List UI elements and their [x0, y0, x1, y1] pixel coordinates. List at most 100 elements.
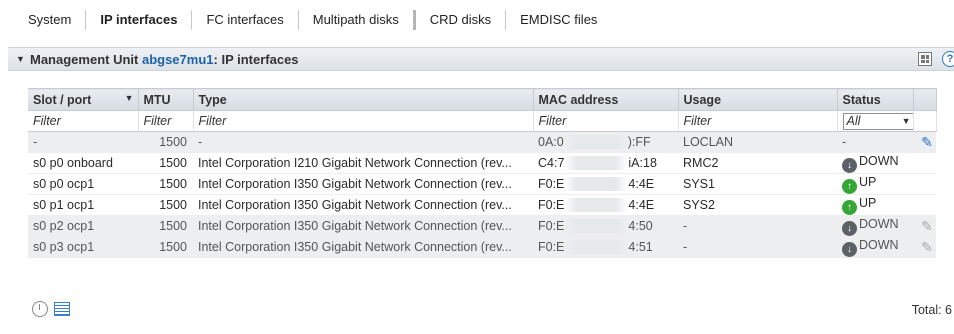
cell-slot-port: s0 p0 ocp1 — [28, 173, 138, 195]
panel-title: Management Unit abgse7mu1: IP interfaces — [30, 52, 299, 67]
cell-actions: ✎ — [913, 215, 936, 237]
export-table-icon[interactable] — [54, 302, 70, 316]
refresh-clock-icon[interactable] — [32, 301, 48, 317]
cell-status: ↓ DOWN — [837, 215, 913, 237]
cell-mac-address: F0:E 4:50 — [533, 215, 678, 237]
cell-status: - — [837, 131, 913, 153]
cell-type: Intel Corporation I350 Gigabit Network C… — [193, 194, 533, 216]
cell-mtu: 1500 — [138, 236, 193, 258]
cell-usage: LOCLAN — [678, 131, 837, 153]
cell-status: ↑ UP — [837, 194, 913, 216]
cell-slot-port: - — [28, 131, 138, 153]
cell-mtu: 1500 — [138, 131, 193, 153]
tab-system[interactable]: System — [14, 10, 85, 30]
cell-type: Intel Corporation I350 Gigabit Network C… — [193, 236, 533, 258]
cell-status: ↓ DOWN — [837, 152, 913, 174]
column-header-usage[interactable]: Usage — [678, 88, 838, 111]
tab-bar: System IP interfaces FC interfaces Multi… — [14, 9, 611, 31]
table-row[interactable]: -1500-0A:0):FF LOCLAN - ✎ — [28, 131, 936, 153]
cell-mac-address: C4:7 iA:18 — [533, 152, 678, 174]
cell-usage: - — [678, 215, 837, 237]
status-text: - — [842, 135, 847, 149]
filter-row: Filter Filter Filter Filter Filter All ▼ — [28, 110, 937, 132]
filter-actions — [913, 110, 937, 132]
cell-usage: SYS2 — [678, 194, 837, 216]
panel-title-suffix: : IP interfaces — [213, 51, 299, 67]
panel-title-prefix: Management Unit — [30, 51, 142, 67]
cell-slot-port: s0 p1 ocp1 — [28, 194, 138, 216]
tab-emdisc-files[interactable]: EMDISC files — [506, 10, 611, 30]
status-text: DOWN — [859, 153, 899, 168]
cell-mtu: 1500 — [138, 173, 193, 195]
edit-pencil-icon: ✎ — [921, 238, 933, 255]
collapse-arrow-icon[interactable]: ▼ — [16, 54, 25, 64]
cell-mac-address: F0:E 4:51 — [533, 236, 678, 258]
cell-mac-address: F0:E 4:4E — [533, 173, 678, 195]
cell-mtu: 1500 — [138, 194, 193, 216]
cell-mac-address: 0A:0):FF — [533, 131, 678, 153]
table-header-row: Slot / port ▼ MTU Type MAC address Usage … — [28, 88, 937, 111]
column-header-actions — [913, 88, 937, 111]
cell-type: Intel Corporation I350 Gigabit Network C… — [193, 173, 533, 195]
cell-slot-port: s0 p3 ocp1 — [28, 236, 138, 258]
filter-slot-port[interactable]: Filter — [28, 110, 139, 132]
cell-actions — [913, 173, 936, 195]
filter-mac-address[interactable]: Filter — [533, 110, 679, 132]
sort-desc-icon: ▼ — [124, 92, 134, 103]
status-text: UP — [859, 195, 877, 210]
cell-usage: SYS1 — [678, 173, 837, 195]
arrow-down-icon: ↓ — [842, 241, 857, 257]
tab-ip-interfaces[interactable]: IP interfaces — [86, 10, 191, 30]
table-row[interactable]: s0 p1 ocp1 1500 Intel Corporation I350 Gig… — [28, 194, 936, 216]
table-row[interactable]: s0 p2 ocp1 1500 Intel Corporation I350 Gig… — [28, 215, 936, 237]
redaction-blur — [563, 135, 628, 150]
table-row[interactable]: s0 p0 onboard 1500 Intel Corporation I210 … — [28, 152, 936, 174]
redaction-blur — [564, 240, 629, 255]
column-header-mtu[interactable]: MTU — [138, 88, 194, 111]
redaction-blur — [564, 156, 629, 171]
redaction-blur — [564, 177, 629, 192]
filter-usage[interactable]: Filter — [678, 110, 838, 132]
chevron-down-icon: ▼ — [901, 115, 911, 126]
total-count: Total: 6 — [911, 303, 952, 317]
cell-actions: ✎ — [913, 236, 936, 258]
filter-status[interactable]: All ▼ — [837, 110, 914, 132]
table-row[interactable]: s0 p0 ocp1 1500 Intel Corporation I350 Gig… — [28, 173, 936, 195]
cell-mtu: 1500 — [138, 215, 193, 237]
status-text: DOWN — [859, 216, 899, 231]
cell-type: - — [193, 131, 533, 153]
redaction-blur — [564, 219, 629, 234]
ip-interfaces-table: Slot / port ▼ MTU Type MAC address Usage … — [28, 88, 937, 258]
tab-multipath-disks[interactable]: Multipath disks — [299, 10, 413, 30]
column-header-status[interactable]: Status — [837, 88, 914, 111]
filter-mtu[interactable]: Filter — [138, 110, 194, 132]
redaction-blur — [564, 198, 629, 213]
tab-fc-interfaces[interactable]: FC interfaces — [192, 10, 297, 30]
cell-status: ↓ DOWN — [837, 236, 913, 258]
cell-type: Intel Corporation I350 Gigabit Network C… — [193, 215, 533, 237]
help-icon[interactable]: ? — [942, 51, 954, 67]
cell-actions: ✎ — [913, 131, 936, 153]
arrow-up-icon: ↑ — [842, 199, 857, 215]
arrow-down-icon: ↓ — [842, 157, 857, 173]
edit-pencil-icon[interactable]: ✎ — [918, 135, 936, 149]
column-layout-icon[interactable] — [918, 52, 932, 66]
management-unit-link[interactable]: abgse7mu1 — [142, 52, 214, 67]
cell-usage: - — [678, 236, 837, 258]
status-text: UP — [859, 174, 877, 189]
column-header-slot-port[interactable]: Slot / port ▼ — [28, 88, 139, 111]
status-filter-select[interactable]: All ▼ — [842, 112, 912, 130]
cell-status: ↑ UP — [837, 173, 913, 195]
column-header-type[interactable]: Type — [193, 88, 534, 111]
footer-toolbar — [32, 301, 70, 317]
cell-type: Intel Corporation I210 Gigabit Network C… — [193, 152, 533, 174]
cell-slot-port: s0 p0 onboard — [28, 152, 138, 174]
filter-type[interactable]: Filter — [193, 110, 534, 132]
tab-crd-disks[interactable]: CRD disks — [416, 10, 505, 30]
cell-actions — [913, 152, 936, 174]
status-text: DOWN — [859, 237, 899, 252]
column-header-mac-address[interactable]: MAC address — [533, 88, 679, 111]
arrow-up-icon: ↑ — [842, 178, 857, 194]
cell-mac-address: F0:E 4:4E — [533, 194, 678, 216]
table-row[interactable]: s0 p3 ocp1 1500 Intel Corporation I350 Gig… — [28, 236, 936, 258]
